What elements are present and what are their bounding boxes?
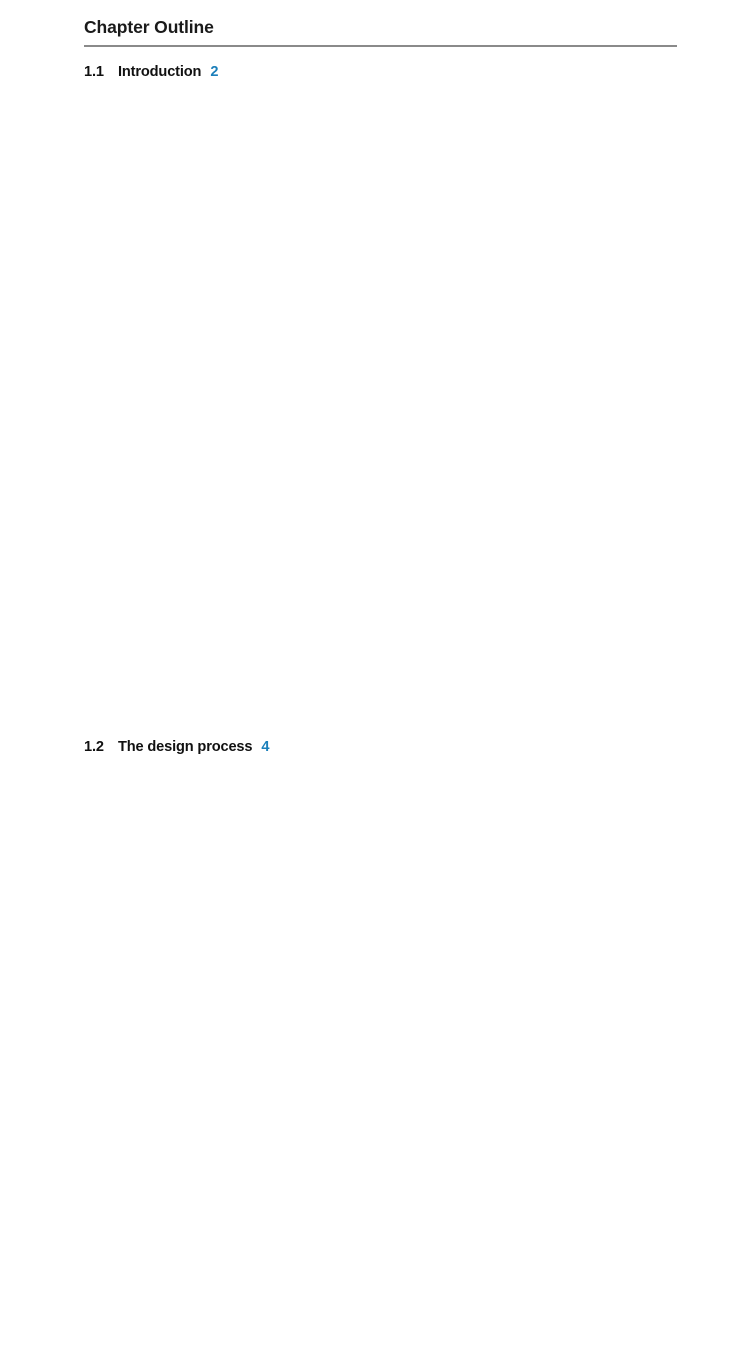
- toc-entry-number: 1.2: [84, 739, 104, 755]
- toc-entry-title: Introduction: [118, 64, 202, 80]
- table-of-contents: 1.1Introduction21.2The design process41.…: [84, 62, 684, 1350]
- header-divider: [84, 45, 677, 48]
- outline-header: Chapter Outline: [84, 17, 677, 48]
- toc-entry[interactable]: 1.2 The design process 4: [84, 737, 684, 1350]
- chapter-outline-page: Chapter Outline 1.1 Introduction 2 1.2 The d…: [0, 0, 741, 755]
- toc-entry-page-number: 2: [210, 64, 219, 80]
- toc-entry[interactable]: 1.1 Introduction 2: [84, 62, 684, 737]
- page-title: Chapter Outline: [84, 17, 214, 37]
- toc-entry-page-number: 4: [261, 739, 270, 755]
- toc-entry-title: The design process: [118, 739, 253, 755]
- toc-entry-number: 1.1: [84, 64, 104, 80]
